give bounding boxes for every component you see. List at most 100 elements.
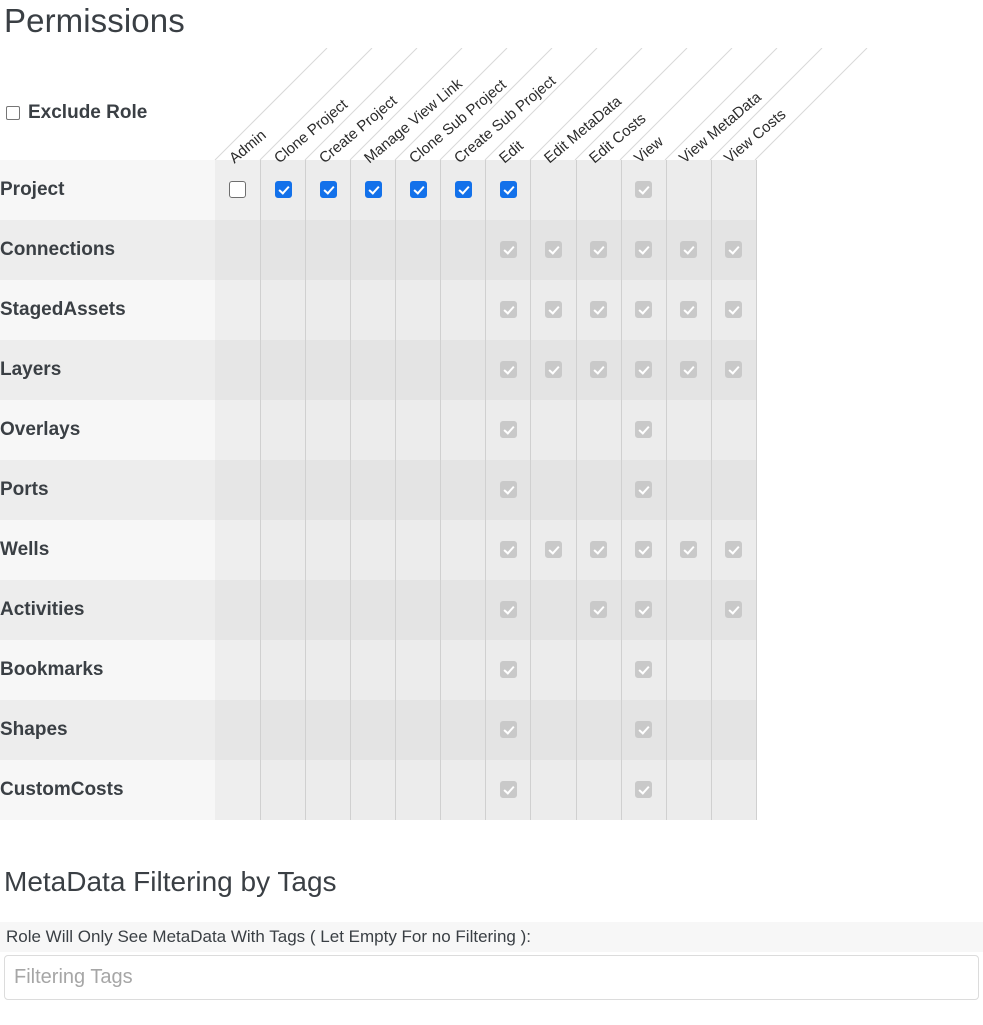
column-header-create-project[interactable]: Create Project (316, 92, 400, 167)
permission-cell[interactable] (440, 160, 487, 220)
resource-name: Wells (0, 520, 216, 580)
permission-cell[interactable] (485, 520, 532, 580)
permission-checkbox[interactable] (409, 181, 427, 199)
permission-checkbox (590, 301, 608, 319)
permission-cell (259, 280, 307, 340)
resource-name: Overlays (0, 400, 216, 460)
permission-cell (215, 700, 262, 760)
permission-cell[interactable] (710, 220, 758, 280)
permission-cell[interactable] (215, 160, 262, 220)
permission-cell (530, 760, 577, 820)
table-row: CustomCosts (0, 760, 758, 820)
permission-cell (665, 580, 712, 640)
table-row: Activities (0, 580, 758, 640)
permission-cell[interactable] (620, 520, 667, 580)
permission-cell[interactable] (710, 280, 758, 340)
permission-cell (665, 160, 712, 220)
permission-cell (395, 460, 442, 520)
permission-cell[interactable] (485, 340, 532, 400)
permission-cell (395, 340, 442, 400)
permission-cell[interactable] (665, 280, 712, 340)
permission-cell (350, 220, 397, 280)
permission-cell (665, 700, 712, 760)
permission-cell[interactable] (485, 400, 532, 460)
permission-cell[interactable] (620, 280, 667, 340)
permission-cell[interactable] (620, 160, 667, 220)
permission-cell[interactable] (620, 460, 667, 520)
permission-cell[interactable] (620, 700, 667, 760)
permission-cell (305, 460, 352, 520)
permissions-page: Permissions Exclude Role Admin Clone Proj… (0, 0, 983, 1025)
permission-checkbox[interactable] (499, 181, 517, 199)
permission-cell[interactable] (710, 340, 758, 400)
permission-cell (305, 580, 352, 640)
permission-cell[interactable] (259, 160, 307, 220)
permission-cell[interactable] (575, 580, 622, 640)
permission-cell[interactable] (485, 580, 532, 640)
exclude-role-checkbox[interactable] (6, 106, 20, 120)
permission-checkbox[interactable] (319, 181, 337, 199)
permission-cell[interactable] (620, 340, 667, 400)
permission-checkbox (635, 301, 653, 319)
permission-cell (350, 760, 397, 820)
permission-cell[interactable] (305, 160, 352, 220)
permission-cell[interactable] (530, 280, 577, 340)
permission-cell (440, 400, 487, 460)
permission-cell[interactable] (485, 640, 532, 700)
permission-cell[interactable] (530, 220, 577, 280)
table-row: Connections (0, 220, 758, 280)
permission-cell[interactable] (485, 700, 532, 760)
permission-cell (575, 760, 622, 820)
permission-cell (665, 760, 712, 820)
permission-cell (395, 580, 442, 640)
permission-cell (665, 640, 712, 700)
permission-cell[interactable] (665, 220, 712, 280)
permission-cell[interactable] (530, 340, 577, 400)
permission-cell (259, 520, 307, 580)
permission-cell (259, 460, 307, 520)
permission-cell[interactable] (485, 760, 532, 820)
permission-cell[interactable] (530, 520, 577, 580)
permission-cell[interactable] (485, 280, 532, 340)
permission-cell[interactable] (710, 580, 758, 640)
permission-cell[interactable] (485, 460, 532, 520)
permission-cell[interactable] (575, 520, 622, 580)
permission-checkbox (590, 601, 608, 619)
permission-cell (440, 460, 487, 520)
permission-cell[interactable] (485, 220, 532, 280)
permission-checkbox (635, 241, 653, 259)
exclude-role-row[interactable]: Exclude Role (6, 103, 147, 123)
filtering-tags-input[interactable] (4, 955, 979, 1000)
permission-cell[interactable] (350, 160, 397, 220)
resource-name: StagedAssets (0, 280, 216, 340)
permission-cell[interactable] (395, 160, 442, 220)
permission-cell[interactable] (575, 340, 622, 400)
permission-cell (575, 640, 622, 700)
permission-cell (350, 580, 397, 640)
permission-checkbox (725, 601, 743, 619)
permission-cell (440, 340, 487, 400)
permission-cell[interactable] (575, 220, 622, 280)
permission-cell[interactable] (620, 220, 667, 280)
permission-cell[interactable] (485, 160, 532, 220)
permission-cell[interactable] (575, 280, 622, 340)
permission-cell[interactable] (620, 400, 667, 460)
permission-checkbox (680, 241, 698, 259)
resource-name: Connections (0, 220, 216, 280)
permission-cell[interactable] (665, 340, 712, 400)
permission-checkbox (725, 361, 743, 379)
permission-cell[interactable] (620, 760, 667, 820)
table-row: Project (0, 160, 758, 220)
permission-cell[interactable] (665, 520, 712, 580)
permission-checkbox[interactable] (454, 181, 472, 199)
column-header-edit-metadata[interactable]: Edit MetaData (541, 93, 625, 167)
permission-checkbox (635, 601, 653, 619)
permission-cell[interactable] (710, 520, 758, 580)
permission-checkbox[interactable] (274, 181, 292, 199)
permission-checkbox (680, 361, 698, 379)
permission-cell[interactable] (620, 580, 667, 640)
permission-checkbox[interactable] (364, 181, 382, 199)
permission-cell (305, 700, 352, 760)
permission-checkbox[interactable] (229, 181, 247, 199)
permission-cell[interactable] (620, 640, 667, 700)
